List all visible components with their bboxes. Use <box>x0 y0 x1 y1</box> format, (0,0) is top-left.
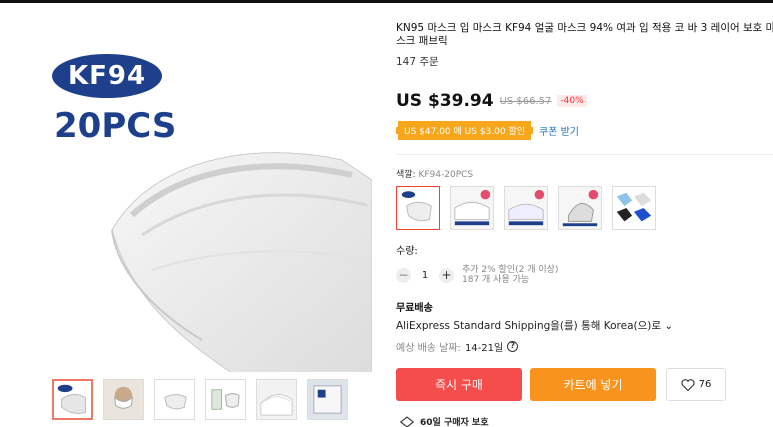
quantity-increase-button[interactable]: + <box>439 267 454 283</box>
coupon-row: US $47.00 에 US $3.00 할인 쿠폰 받기 <box>396 121 773 140</box>
wishlist-count: 76 <box>698 379 712 390</box>
color-swatch[interactable] <box>450 186 494 230</box>
discount-badge: -40% <box>557 95 587 107</box>
color-label-text: 색깔: <box>396 170 416 180</box>
buyer-protection-label: 60일 구매자 보호 <box>420 418 489 427</box>
color-swatch-kf94-20pcs[interactable] <box>396 186 440 230</box>
thumbnail[interactable] <box>52 379 93 420</box>
thumbnail[interactable] <box>103 379 144 420</box>
quantity-stepper: − 1 + 추가 2% 할인(2 개 이상) 187 개 사용 가능 <box>396 265 773 285</box>
top-bar <box>0 0 773 3</box>
color-swatch[interactable] <box>504 186 548 230</box>
delivery-estimate-label: 예상 배송 날짜: <box>396 343 461 354</box>
color-value: KF94-20PCS <box>418 170 474 180</box>
product-info-panel: KN95 마스크 입 마스크 KF94 얼굴 마스크 94% 여과 입 적용 코… <box>396 22 773 401</box>
main-product-image[interactable]: KF94 20PCS <box>12 22 372 372</box>
shield-icon <box>400 415 414 427</box>
product-title: KN95 마스크 입 마스크 KF94 얼굴 마스크 94% 여과 입 적용 코… <box>396 22 773 47</box>
free-shipping-label: 무료배송 <box>396 303 433 314</box>
color-swatch[interactable] <box>612 186 656 230</box>
shipping-method-selector[interactable]: AliExpress Standard Shipping을(를) 통해 Kore… <box>396 318 773 333</box>
thumbnail[interactable] <box>205 379 246 420</box>
buy-now-button[interactable]: 즉시 구매 <box>396 368 522 401</box>
quantity-decrease-button[interactable]: − <box>396 267 411 283</box>
kf94-badge: KF94 <box>52 54 162 98</box>
current-price: US $39.94 <box>396 91 494 111</box>
order-count: 147 주문 <box>396 56 439 68</box>
thumbnail[interactable] <box>154 379 195 420</box>
color-swatch[interactable] <box>558 186 602 230</box>
thumbnail[interactable] <box>307 379 348 420</box>
original-price: US $66.57 <box>499 95 552 107</box>
color-label: 색깔: KF94-20PCS <box>396 167 773 180</box>
price-row: US $39.94 US $66.57 -40% <box>396 91 773 111</box>
quantity-note-discount: 추가 2% 할인(2 개 이상) <box>462 265 559 275</box>
wishlist-button[interactable]: 76 <box>666 368 726 401</box>
mask-illustration <box>111 152 372 372</box>
add-to-cart-button[interactable]: 카트에 넣기 <box>530 368 656 401</box>
quantity-note-available: 187 개 사용 가능 <box>462 275 530 285</box>
question-icon[interactable]: ? <box>507 341 519 352</box>
thumbnail-strip <box>52 379 348 420</box>
divider <box>396 154 773 155</box>
thumbnail[interactable] <box>256 379 297 420</box>
color-swatches <box>396 186 773 230</box>
coupon-tag: US $47.00 에 US $3.00 할인 <box>396 121 534 140</box>
delivery-estimate-value: 14-21일 <box>464 343 504 354</box>
quantity-label: 수량: <box>396 246 418 257</box>
heart-icon <box>681 378 695 391</box>
get-coupon-link[interactable]: 쿠폰 받기 <box>539 123 579 138</box>
buyer-protection: 60일 구매자 보호 <box>400 415 488 427</box>
purchase-actions: 즉시 구매 카트에 넣기 76 <box>396 368 773 401</box>
quantity-value[interactable]: 1 <box>419 270 431 281</box>
delivery-estimate: 예상 배송 날짜: 14-21일 ? <box>396 339 773 354</box>
quantity-note: 추가 2% 할인(2 개 이상) 187 개 사용 가능 <box>462 265 558 285</box>
